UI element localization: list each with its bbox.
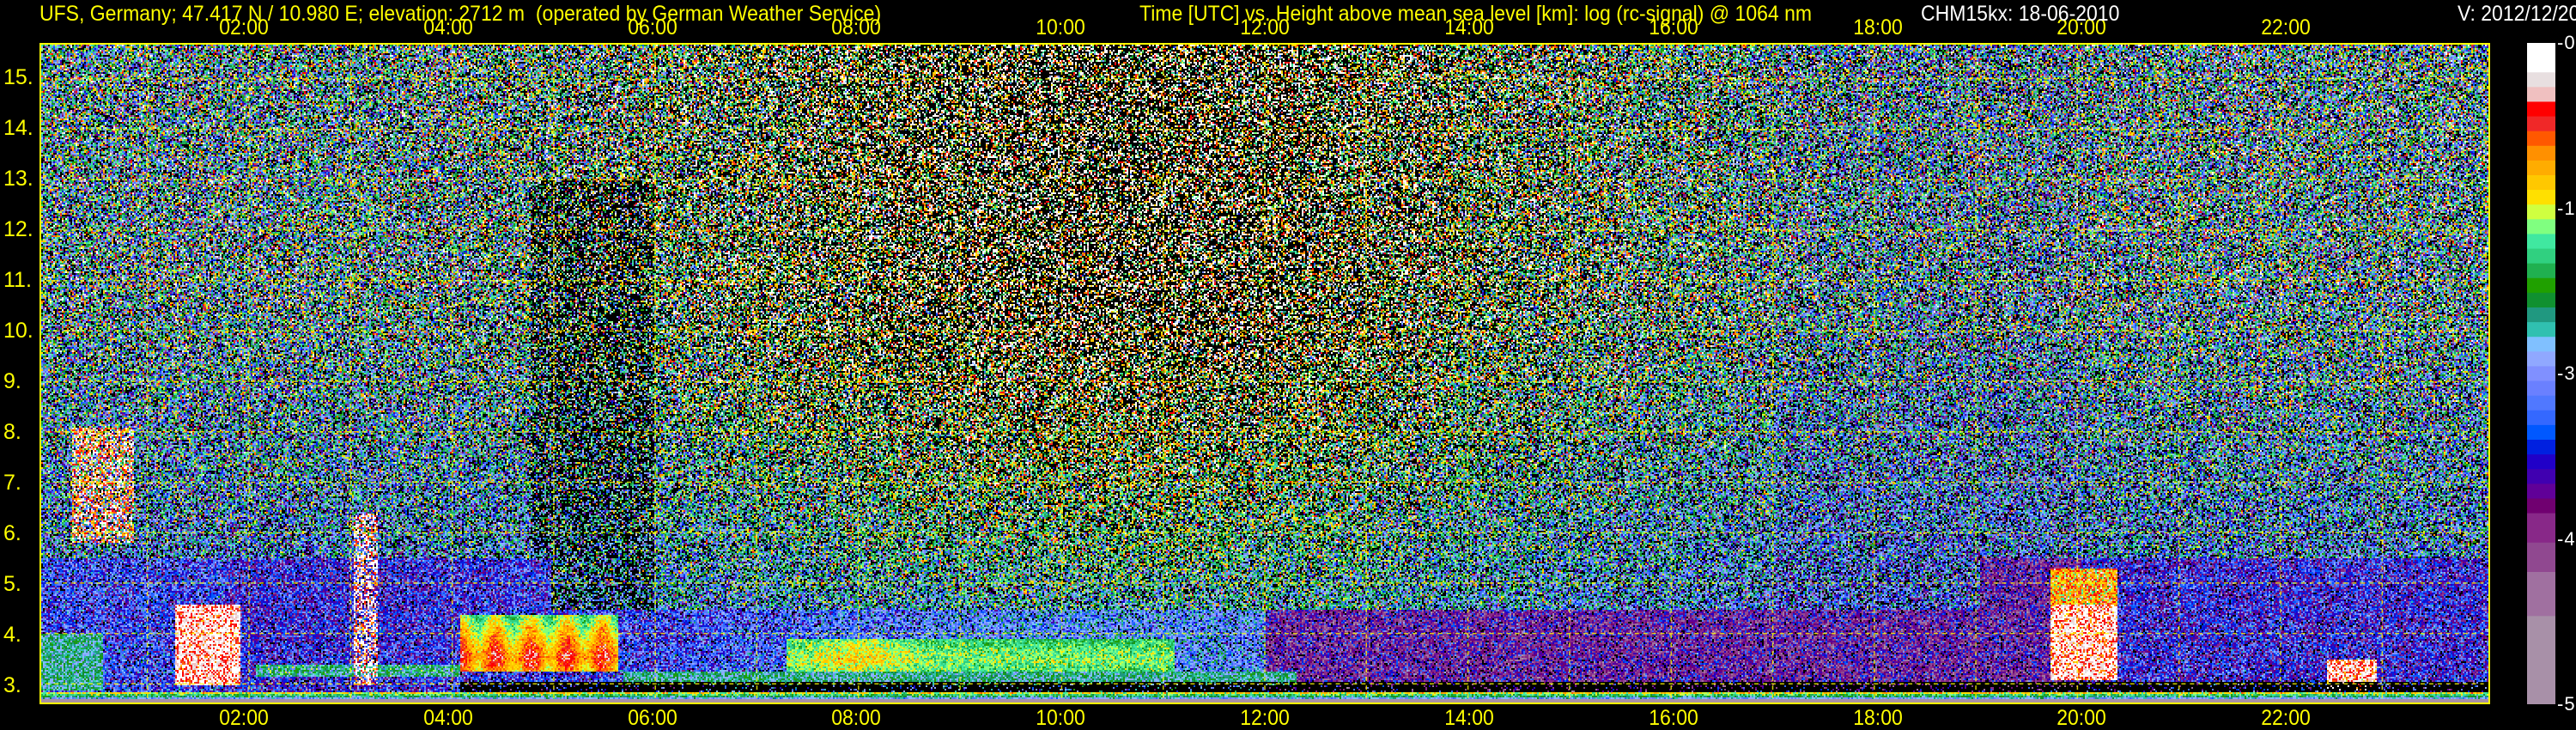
x-tick-label: 12:00 <box>1240 706 1290 730</box>
colorbar-swatch <box>2527 424 2555 441</box>
y-tick-label: 7. <box>3 471 21 496</box>
version-label: V: 2012/12/20 <box>2458 2 2576 26</box>
y-tick-label: 8. <box>3 420 21 445</box>
colorbar-swatch <box>2527 101 2555 118</box>
colorbar-tick-label: -4.25 <box>2557 527 2576 550</box>
instrument-date: CHM15kx: 18-06-2010 <box>1921 2 2120 26</box>
colorbar-swatch <box>2527 674 2555 690</box>
colorbar-swatch <box>2527 484 2555 499</box>
colorbar-swatch <box>2527 366 2555 382</box>
y-tick-label: 14. <box>3 116 33 141</box>
colorbar-swatch <box>2527 87 2555 102</box>
colorbar-swatch <box>2527 557 2555 573</box>
y-tick-label: 13. <box>3 167 33 192</box>
colorbar-swatch <box>2527 645 2555 661</box>
station-info: UFS, Germany; 47.417 N / 10.980 E; eleva… <box>39 2 882 26</box>
x-tick-label: 18:00 <box>1852 15 1903 40</box>
colorbar-swatch <box>2527 277 2555 294</box>
x-tick-label: 20:00 <box>2057 706 2107 730</box>
backscatter-heatmap <box>39 43 2490 704</box>
colorbar-swatch <box>2527 145 2555 161</box>
x-tick-label: 18:00 <box>1852 706 1903 730</box>
colorbar <box>2527 43 2555 704</box>
x-tick-label: 08:00 <box>831 706 882 730</box>
grid-lines <box>46 45 2484 703</box>
colorbar-swatch <box>2527 498 2555 514</box>
colorbar-swatch <box>2527 527 2555 544</box>
x-tick-label: 02:00 <box>219 706 269 730</box>
x-tick-label: 14:00 <box>1444 706 1494 730</box>
x-tick-label: 06:00 <box>627 706 677 730</box>
y-tick-label: 4. <box>3 623 21 648</box>
colorbar-swatch <box>2527 337 2555 352</box>
colorbar-swatch <box>2527 395 2555 411</box>
x-tick-label: 10:00 <box>1036 15 1085 40</box>
chart-title: Time [UTC] vs. Height above mean sea lev… <box>1139 2 1813 26</box>
y-tick-label: 11. <box>3 268 32 293</box>
colorbar-swatch <box>2527 322 2555 338</box>
colorbar-swatch <box>2527 542 2555 558</box>
colorbar-swatch <box>2527 175 2555 191</box>
y-tick-label: 9. <box>3 369 21 394</box>
x-tick-label: 16:00 <box>1648 706 1698 730</box>
colorbar-swatch <box>2527 204 2555 220</box>
colorbar-swatch <box>2527 263 2555 279</box>
y-tick-label: 5. <box>3 572 21 597</box>
colorbar-swatch <box>2527 351 2555 367</box>
colorbar-swatch <box>2527 454 2555 470</box>
colorbar-tick-label: -3.00 <box>2557 362 2576 384</box>
colorbar-swatch <box>2527 587 2555 602</box>
colorbar-swatch <box>2527 689 2555 704</box>
colorbar-swatch <box>2527 660 2555 676</box>
colorbar-swatch <box>2527 380 2555 397</box>
colorbar-swatch <box>2527 248 2555 265</box>
colorbar-swatch <box>2527 58 2555 73</box>
colorbar-swatch <box>2527 601 2555 617</box>
colorbar-swatch <box>2527 513 2555 529</box>
colorbar-swatch <box>2527 616 2555 631</box>
colorbar-swatch <box>2527 630 2555 647</box>
colorbar-swatch <box>2527 160 2555 176</box>
colorbar-swatch <box>2527 72 2555 88</box>
colorbar-swatch <box>2527 469 2555 484</box>
colorbar-swatch <box>2527 410 2555 426</box>
x-tick-label: 10:00 <box>1036 706 1085 730</box>
colorbar-swatch <box>2527 43 2555 58</box>
colorbar-swatch <box>2527 307 2555 323</box>
y-tick-label: 12. <box>3 217 33 242</box>
x-tick-label: 22:00 <box>2261 15 2311 40</box>
colorbar-swatch <box>2527 219 2555 234</box>
colorbar-swatch <box>2527 116 2555 132</box>
colorbar-swatch <box>2527 440 2555 455</box>
y-tick-label: 3. <box>3 673 21 698</box>
colorbar-swatch <box>2527 572 2555 587</box>
y-tick-label: 6. <box>3 521 21 546</box>
colorbar-swatch <box>2527 234 2555 250</box>
colorbar-swatch <box>2527 292 2555 308</box>
colorbar-tick-label: -5.50 <box>2557 693 2576 715</box>
x-tick-label: 22:00 <box>2261 706 2311 730</box>
x-tick-label: 04:00 <box>422 706 473 730</box>
colorbar-tick-label: -1.75 <box>2557 197 2576 219</box>
colorbar-swatch <box>2527 190 2555 205</box>
colorbar-tick-label: -0.50 <box>2557 32 2576 53</box>
y-tick-label: 15. <box>3 65 33 90</box>
y-tick-label: 10. <box>3 319 33 344</box>
colorbar-swatch <box>2527 131 2555 147</box>
